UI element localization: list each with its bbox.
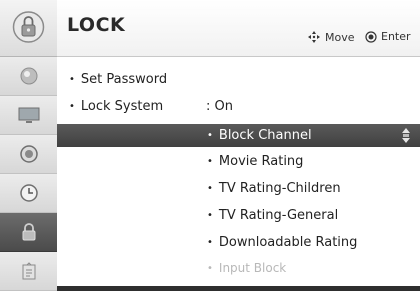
enter-button-icon xyxy=(365,30,377,43)
header: LOCK Move Enter xyxy=(57,0,420,57)
selected-row-highlight[interactable]: • Block Channel xyxy=(57,124,420,147)
sub-item-movie-rating[interactable]: • Movie Rating xyxy=(207,150,303,174)
sidebar-item-lock[interactable] xyxy=(0,213,57,252)
lock-system-value: : On xyxy=(206,99,233,114)
sub-item-label: TV Rating-General xyxy=(218,208,339,223)
enter-hint: Enter xyxy=(365,30,411,43)
options-icon xyxy=(22,262,35,280)
sub-item-downloadable-rating[interactable]: • Downloadable Rating xyxy=(207,231,357,255)
lock-icon xyxy=(22,223,35,241)
lock-badge-icon xyxy=(12,11,45,43)
move-hint-label: Move xyxy=(325,30,355,44)
picture-icon xyxy=(20,67,37,85)
clock-icon xyxy=(19,184,38,202)
menu-item-set-password[interactable]: • Set Password xyxy=(69,68,167,92)
menu-panel: • Set Password • Lock System : On • Block C… xyxy=(57,57,420,286)
sidebar-item-time[interactable] xyxy=(0,174,57,213)
menu-item-lock-system[interactable]: • Lock System xyxy=(69,95,163,119)
sub-item-label: Downloadable Rating xyxy=(218,235,358,250)
sidebar-item-screen[interactable] xyxy=(0,96,57,135)
dpad-move-icon xyxy=(308,31,320,43)
sub-item-tv-rating-children[interactable]: • TV Rating-Children xyxy=(207,177,341,201)
menu-item-label: Set Password xyxy=(80,72,168,87)
sub-item-label: Movie Rating xyxy=(218,154,304,169)
move-hint: Move xyxy=(307,30,355,44)
lock-menu-badge xyxy=(0,0,57,57)
sub-item-input-block[interactable]: • Input Block xyxy=(207,256,286,280)
sidebar-item-picture[interactable] xyxy=(0,57,57,96)
enter-hint-label: Enter xyxy=(381,30,411,43)
screen-icon xyxy=(18,107,39,123)
sub-item-tv-rating-general[interactable]: • TV Rating-General xyxy=(207,204,338,228)
page-title: LOCK xyxy=(67,14,126,36)
sidebar-item-audio[interactable] xyxy=(0,135,57,174)
sub-item-label: Block Channel xyxy=(218,128,312,143)
sidebar-item-options[interactable] xyxy=(0,252,57,291)
sub-item-label: TV Rating-Children xyxy=(218,181,341,196)
sub-item-block-channel[interactable]: • Block Channel xyxy=(207,124,312,148)
sub-item-label: Input Block xyxy=(218,261,287,275)
up-down-arrows-icon xyxy=(402,128,410,143)
menu-item-label: Lock System xyxy=(80,99,164,114)
audio-icon xyxy=(19,145,38,163)
sidebar xyxy=(0,0,57,291)
